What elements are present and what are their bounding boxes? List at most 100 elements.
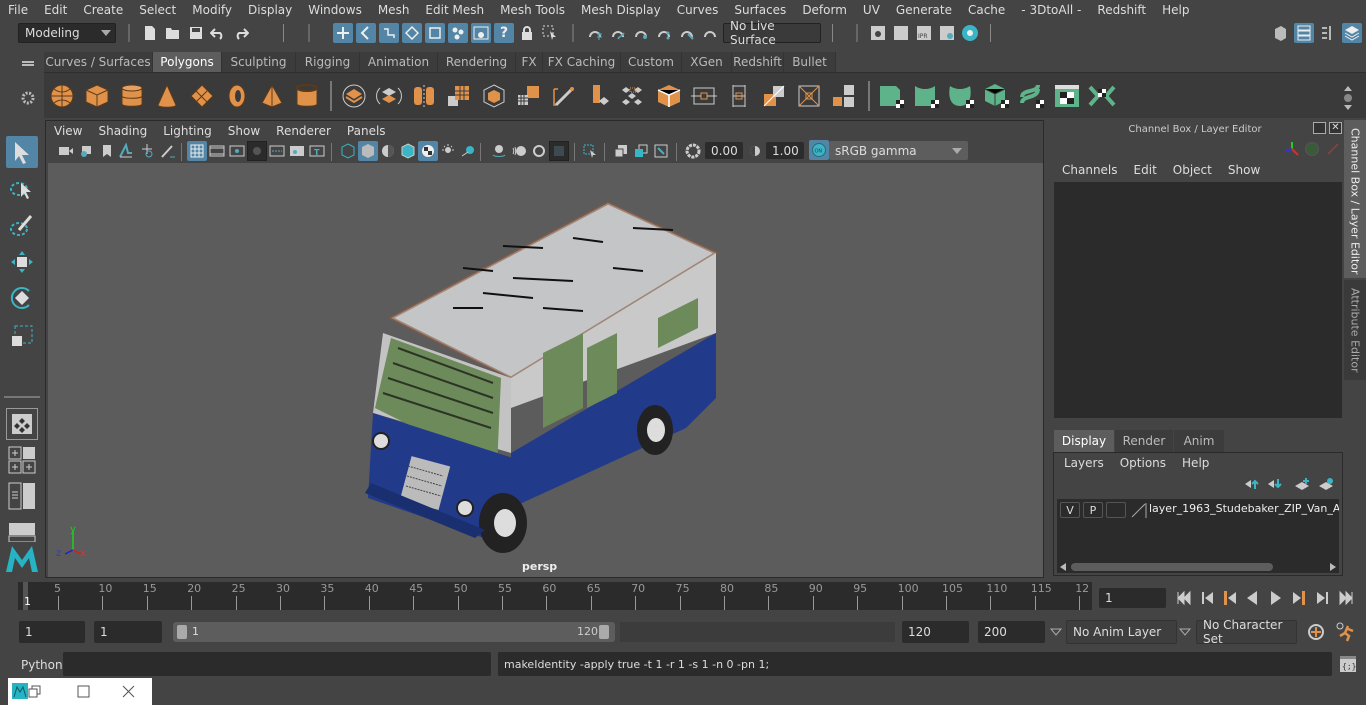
save-scene-icon[interactable] <box>186 23 206 43</box>
uv-layout-icon[interactable] <box>1088 83 1116 109</box>
shelf-tab-rendering[interactable]: Rendering <box>438 52 516 72</box>
target-weld-icon[interactable] <box>690 83 718 109</box>
help-icon[interactable]: ? <box>494 23 514 43</box>
camera-attributes-icon[interactable] <box>77 141 97 161</box>
undo-icon[interactable] <box>208 23 228 43</box>
restore-window-icon[interactable] <box>28 685 42 699</box>
shelf-tab-animation[interactable]: Animation <box>360 52 438 72</box>
anim-layer-chevron-icon[interactable] <box>1050 627 1062 637</box>
shelf-tab-bullet[interactable]: Bullet <box>784 52 836 72</box>
menu-modify[interactable]: Modify <box>184 3 240 17</box>
xray-icon[interactable] <box>611 141 631 161</box>
poly-pipe-icon[interactable] <box>293 83 321 109</box>
scale-tool-icon[interactable] <box>6 320 38 352</box>
menu-generate[interactable]: Generate <box>888 3 960 17</box>
render-view-icon[interactable] <box>868 23 888 43</box>
render-settings-icon[interactable] <box>937 23 957 43</box>
shelf-tab-redshift[interactable]: Redshift <box>732 52 784 72</box>
automatic-uv-icon[interactable] <box>983 83 1011 109</box>
character-set-chevron-icon[interactable] <box>1179 627 1191 637</box>
layer-menu-layers[interactable]: Layers <box>1056 456 1112 470</box>
speed-toggle-icon[interactable] <box>1305 142 1319 156</box>
select-by-hierarchy-icon[interactable] <box>333 23 353 43</box>
menu-help[interactable]: Help <box>1154 3 1197 17</box>
lock-icon[interactable] <box>517 23 537 43</box>
smooth-shade-icon[interactable] <box>358 141 378 161</box>
range-slider-end-handle[interactable] <box>599 625 609 639</box>
shelf-tab-curves-surfaces[interactable]: Curves / Surfaces <box>44 52 153 72</box>
side-tab-attribute-editor[interactable]: Attribute Editor <box>1344 280 1366 380</box>
separate-icon[interactable] <box>375 83 403 109</box>
command-language-label[interactable]: Python <box>21 658 63 672</box>
layer-horizontal-scrollbar[interactable] <box>1057 561 1339 573</box>
select-multi-icon[interactable] <box>448 23 468 43</box>
layer-row[interactable]: V P layer_1963_Studebaker_ZIP_Van_Aged <box>1060 502 1340 520</box>
snap-grid-icon[interactable] <box>585 23 605 43</box>
ipr-render-icon[interactable]: IPR <box>914 23 934 43</box>
default-material-icon[interactable] <box>378 141 398 161</box>
lasso-tool-icon[interactable] <box>6 174 38 206</box>
depth-of-field-icon[interactable] <box>549 141 569 161</box>
select-face-icon[interactable] <box>425 23 445 43</box>
playback-end-field[interactable]: 120 <box>902 621 969 643</box>
channel-box-menu-edit[interactable]: Edit <box>1126 163 1165 177</box>
time-slider[interactable]: 1 5 10 15 20 25 30 35 40 45 50 55 60 65 70 75 80 85 90 95 1… <box>18 582 1092 610</box>
tool-settings-toggle-icon[interactable] <box>1318 23 1338 43</box>
select-by-object-icon[interactable] <box>356 23 376 43</box>
viewport-canvas[interactable]: y z x persp <box>48 163 1043 577</box>
layer-menu-help[interactable]: Help <box>1174 456 1217 470</box>
connect-icon[interactable] <box>725 83 753 109</box>
resolution-gate-icon[interactable] <box>227 141 247 161</box>
use-all-lights-icon[interactable] <box>438 141 458 161</box>
script-editor-icon[interactable]: {;} <box>1338 654 1358 674</box>
poly-torus-icon[interactable] <box>223 83 251 109</box>
wireframe-on-shaded-icon[interactable] <box>398 141 418 161</box>
grease-pencil-icon[interactable] <box>158 141 178 161</box>
attribute-editor-toggle-icon[interactable] <box>1294 23 1314 43</box>
menu-uv[interactable]: UV <box>855 3 888 17</box>
gamma-icon[interactable] <box>745 141 765 161</box>
range-slider-start-handle[interactable] <box>177 625 187 639</box>
command-input[interactable] <box>63 652 491 676</box>
menu-edit-mesh[interactable]: Edit Mesh <box>417 3 492 17</box>
select-uv-icon[interactable] <box>471 23 491 43</box>
shelf-scroll[interactable] <box>1342 83 1354 113</box>
film-gate-icon[interactable] <box>207 141 227 161</box>
isolate-select-icon[interactable] <box>580 141 600 161</box>
select-vertex-icon[interactable] <box>402 23 422 43</box>
manipulator-icon[interactable] <box>1283 140 1301 158</box>
gate-mask-icon[interactable] <box>247 141 267 161</box>
range-slider[interactable]: 1 120 <box>173 622 615 642</box>
channel-box-menu-object[interactable]: Object <box>1165 163 1220 177</box>
planar-uv-icon[interactable] <box>878 83 906 109</box>
channel-box-menu-show[interactable]: Show <box>1220 163 1268 177</box>
menu-3dtoall[interactable]: - 3DtoAll - <box>1013 3 1089 17</box>
snap-view-plane-icon[interactable] <box>654 23 674 43</box>
playback-start-field[interactable]: 1 <box>94 621 162 643</box>
bookmark-icon[interactable] <box>97 141 117 161</box>
play-forwards-icon[interactable] <box>1266 588 1286 608</box>
shelf-tab-xgen[interactable]: XGen <box>682 52 732 72</box>
shelf-tab-rigging[interactable]: Rigging <box>296 52 360 72</box>
menu-edit[interactable]: Edit <box>36 3 75 17</box>
modeling-toolkit-icon[interactable] <box>1270 23 1290 43</box>
new-empty-layer-icon[interactable] <box>1294 477 1310 491</box>
move-tool-icon[interactable] <box>6 246 38 278</box>
exposure-field[interactable]: 0.00 <box>705 142 743 159</box>
wireframe-icon[interactable] <box>338 141 358 161</box>
crease-icon[interactable] <box>795 83 823 109</box>
xray-joints-icon[interactable] <box>651 141 671 161</box>
extrude-icon[interactable] <box>480 83 508 109</box>
poly-cube-icon[interactable] <box>83 83 111 109</box>
menu-create[interactable]: Create <box>75 3 131 17</box>
shadows-icon[interactable] <box>458 141 478 161</box>
shelf-settings-gear-icon[interactable] <box>20 90 36 106</box>
live-surface-field[interactable]: No Live Surface <box>723 19 821 47</box>
shelf-tab-sculpting[interactable]: Sculpting <box>222 52 296 72</box>
2d-pan-zoom-icon[interactable] <box>137 141 157 161</box>
menu-windows[interactable]: Windows <box>300 3 370 17</box>
viewport-menu-shading[interactable]: Shading <box>90 124 155 138</box>
render-frame-icon[interactable] <box>891 23 911 43</box>
close-window-icon[interactable] <box>122 685 136 699</box>
channel-list[interactable] <box>1054 182 1342 418</box>
